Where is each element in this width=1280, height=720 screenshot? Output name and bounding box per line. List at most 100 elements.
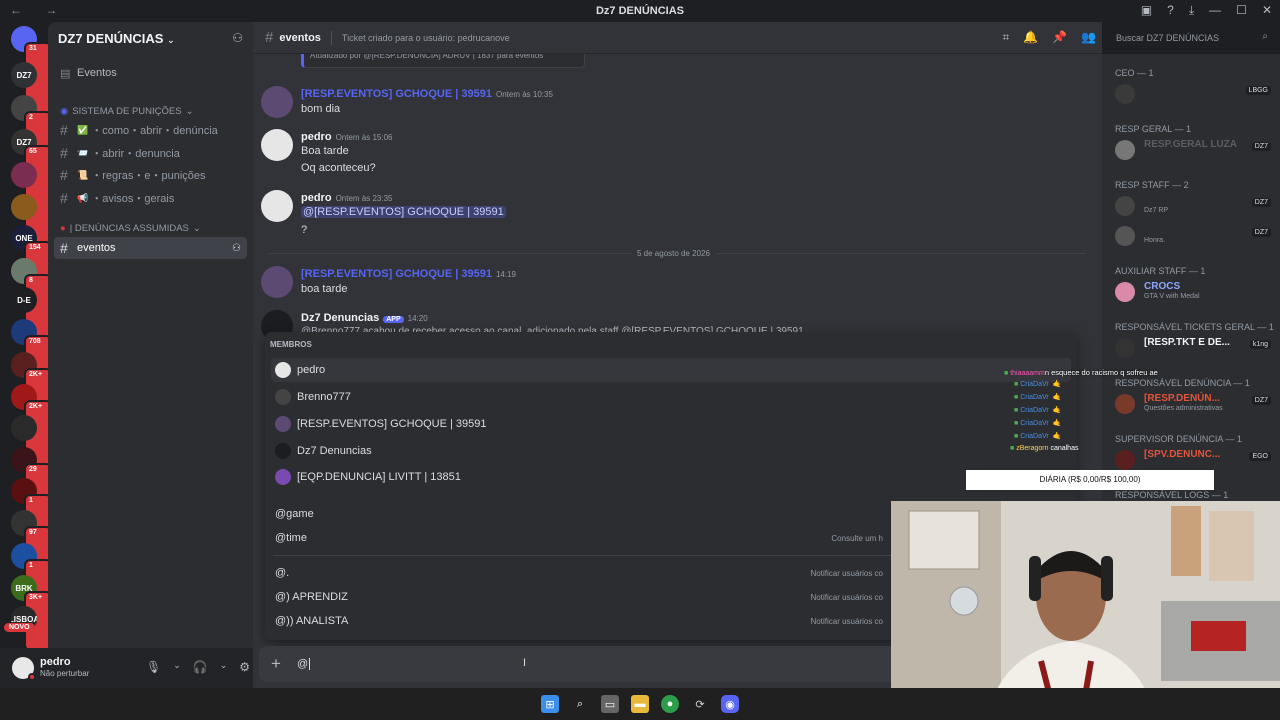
microphone-icon[interactable]: 🎙: [146, 660, 161, 674]
bell-icon[interactable]: 🔔: [1023, 30, 1038, 45]
file-explorer-icon[interactable]: ▬: [631, 695, 649, 713]
chevron-down-icon[interactable]: ⌄: [220, 660, 228, 674]
close-button[interactable]: ✕: [1262, 3, 1272, 18]
member-item[interactable]: CROCS GTA V with Medal: [1115, 280, 1275, 306]
member-item[interactable]: LBGG: [1115, 82, 1275, 108]
search-placeholder: Buscar DZ7 DENÚNCIAS: [1116, 33, 1220, 43]
role-label: @)) ANALISTA: [275, 615, 349, 627]
category-punicoes[interactable]: ◉ SISTEMA DE PUNIÇÕES ⌄: [60, 106, 194, 117]
events-link[interactable]: ▤ Eventos: [54, 62, 247, 84]
server-icon[interactable]: D-E: [11, 287, 37, 313]
message-input[interactable]: @: [297, 658, 311, 670]
inbox-icon[interactable]: ▣: [1141, 3, 1152, 18]
member-item[interactable]: Dz7 RP DZ7: [1115, 194, 1275, 220]
message-author[interactable]: Dz7 Denuncias APP 14:20: [301, 312, 428, 324]
server-icon[interactable]: [11, 162, 37, 188]
channel-eventos[interactable]: # eventos ⚇: [54, 237, 247, 259]
channel-name: ・avisos・gerais: [91, 193, 175, 205]
server-icon[interactable]: [11, 415, 37, 441]
threads-icon[interactable]: ⌗: [1002, 30, 1009, 45]
member-group-header: RESPONSÁVEL DENÚNCIA — 1: [1115, 378, 1250, 388]
minimize-button[interactable]: —: [1209, 3, 1221, 18]
message-author[interactable]: [RESP.EVENTOS] GCHOQUE | 39591 14:19: [301, 268, 516, 280]
message-author[interactable]: pedro Ontem às 15:06: [301, 131, 392, 143]
member-name: [RESP.EVENTOS] GCHOQUE | 39591: [297, 418, 487, 430]
role-hint: Notificar usuários co: [810, 592, 883, 602]
chrome-icon[interactable]: ●: [661, 695, 679, 713]
guild-tag: DZ7: [1251, 142, 1271, 151]
chevron-down-icon[interactable]: ⌄: [173, 660, 181, 674]
avatar[interactable]: [12, 657, 36, 681]
member-item[interactable]: [RESP.DENÚN... Questões administrativas DZ…: [1115, 392, 1275, 418]
member-name: Brenno777: [297, 391, 351, 403]
dnd-status-icon: [28, 673, 36, 681]
mention-member-option[interactable]: [EQP.DENUNCIA] LIVITT | 13851: [271, 465, 1071, 489]
events-label: Eventos: [77, 67, 117, 79]
message-author[interactable]: pedro Ontem às 23:35: [301, 192, 392, 204]
mention-member-option[interactable]: [RESP.EVENTOS] GCHOQUE | 39591: [271, 412, 1071, 436]
hash-icon: #: [265, 29, 274, 46]
chat-author: thiaaaamm: [1010, 370, 1045, 377]
hash-icon: #: [60, 240, 68, 256]
channel-item[interactable]: # ✅ ・como・abrir・denúncia: [54, 119, 247, 141]
avatar: [1115, 282, 1135, 302]
member-group-header: RESP STAFF — 2: [1115, 180, 1189, 190]
message-author[interactable]: [RESP.EVENTOS] GCHOQUE | 39591 Ontem às 1…: [301, 88, 553, 100]
avatar[interactable]: [261, 190, 293, 222]
message-text: boa tarde: [301, 283, 348, 295]
category-emoji: ●: [60, 223, 66, 234]
gear-icon[interactable]: ⚙: [239, 660, 250, 674]
avatar[interactable]: [261, 266, 293, 298]
discord-icon[interactable]: ◉: [721, 695, 739, 713]
member-group-header: CEO — 1: [1115, 68, 1154, 78]
message-text: ?: [301, 224, 308, 236]
avatar[interactable]: [261, 86, 293, 118]
pin-icon[interactable]: 📌: [1052, 30, 1067, 45]
mention-member-option[interactable]: Dz7 Denuncias: [271, 439, 1071, 463]
task-view-icon[interactable]: ▭: [601, 695, 619, 713]
channel-emoji: 📢: [77, 192, 89, 203]
chat-line: n esquece do racismo q sofreu ae: [1044, 368, 1158, 377]
channel-topic: Ticket criado para o usuário: pedrucanov…: [341, 32, 510, 43]
chat-line: canalhas: [1050, 445, 1079, 452]
member-item[interactable]: RESP.GERAL LUZA DZ7: [1115, 138, 1275, 164]
member-name: CROCS: [1144, 281, 1181, 292]
members-icon[interactable]: 👥: [1081, 30, 1096, 45]
app-icon[interactable]: ⟳: [691, 695, 709, 713]
mention-member-option[interactable]: pedro: [271, 358, 1071, 382]
chat-line: ■ CriaDaVr 🤙: [1014, 406, 1061, 414]
guild-tag: EGO: [1249, 452, 1271, 461]
divider: [330, 30, 332, 45]
chat-author: zBeragorn: [1016, 445, 1049, 452]
avatar: [1115, 140, 1135, 160]
channel-emoji: ✅: [77, 124, 89, 135]
windows-start-icon[interactable]: ⊞: [541, 695, 559, 713]
mention-member-option[interactable]: Brenno777: [271, 385, 1071, 409]
help-icon[interactable]: ?: [1167, 3, 1174, 18]
timestamp: 14:20: [407, 314, 428, 323]
guild-tag: DZ7: [1251, 228, 1271, 237]
maximize-button[interactable]: ☐: [1236, 3, 1247, 18]
channel-item[interactable]: # 📨 ・abrir・denuncia: [54, 142, 247, 164]
member-name: pedro: [297, 364, 326, 376]
category-assumidas[interactable]: ● | DENÚNCIAS ASSUMIDAS ⌄: [60, 223, 201, 234]
download-icon[interactable]: ⤓: [1189, 3, 1194, 18]
app-badge: APP: [383, 316, 404, 323]
message-text: bom dia: [301, 103, 341, 115]
add-attachment-icon[interactable]: +: [271, 654, 281, 674]
member-item[interactable]: Honra. DZ7: [1115, 224, 1275, 250]
member-item[interactable]: [RESP.TKT E DE... k1ng: [1115, 336, 1275, 362]
channel-item[interactable]: # 📢 ・avisos・gerais: [54, 187, 247, 209]
avatar[interactable]: [261, 129, 293, 161]
search-icon[interactable]: ⌕: [571, 695, 589, 713]
invite-icon[interactable]: ⚇: [232, 31, 243, 45]
channel-sidebar: DZ7 DENÚNCIAS ⌄ ⚇ ▤ Eventos ◉ SISTEMA DE…: [48, 22, 253, 648]
headphones-icon[interactable]: 🎧: [193, 660, 208, 674]
user-mention[interactable]: @[RESP.EVENTOS] GCHOQUE | 39591: [301, 206, 506, 218]
server-icon[interactable]: DZ7: [11, 62, 37, 88]
search-input[interactable]: Buscar DZ7 DENÚNCIAS ⌕: [1110, 28, 1274, 48]
channel-item[interactable]: # 📜 ・regras・e・punições: [54, 164, 247, 186]
guild-header[interactable]: DZ7 DENÚNCIAS ⌄ ⚇: [48, 22, 253, 54]
add-member-icon[interactable]: ⚇: [232, 243, 241, 254]
server-icon[interactable]: [11, 194, 37, 220]
